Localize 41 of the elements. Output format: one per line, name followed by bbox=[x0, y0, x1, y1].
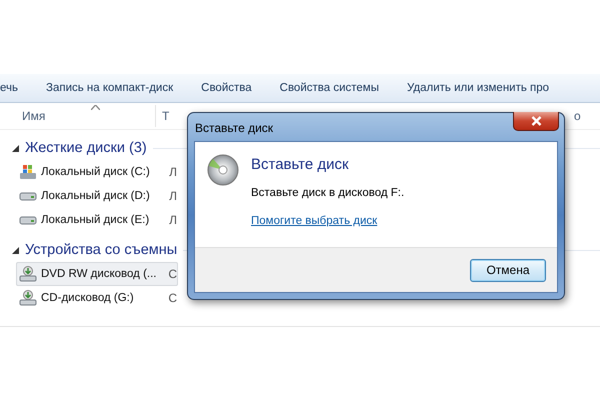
window-title: Вставьте диск bbox=[195, 121, 274, 135]
optical-drive-icon bbox=[19, 266, 37, 282]
drive-name: Локальный диск (C:) bbox=[41, 166, 150, 178]
toolbar-button[interactable]: Запись на компакт-диск bbox=[46, 80, 174, 96]
collapse-triangle-icon[interactable] bbox=[12, 246, 19, 254]
drive-row[interactable]: Локальный диск (D:) Л bbox=[16, 184, 178, 208]
close-icon bbox=[530, 116, 542, 126]
column-header: о bbox=[574, 109, 581, 123]
drive-name: CD-дисковод (G:) bbox=[41, 292, 134, 304]
close-button[interactable] bbox=[513, 112, 559, 131]
drive-row[interactable]: Локальный диск (E:) Л bbox=[16, 208, 178, 232]
group-header: Устройства со съемны bbox=[25, 242, 178, 258]
sort-caret-icon bbox=[91, 105, 100, 110]
table-cell-text: Л bbox=[169, 164, 177, 181]
table-cell-text: Л bbox=[169, 212, 177, 229]
table-cell-text: Л bbox=[169, 188, 177, 205]
column-header[interactable]: Т bbox=[158, 105, 170, 127]
drive-name: Локальный диск (E:) bbox=[41, 214, 150, 226]
drive-row[interactable]: DVD RW дисковод (... С bbox=[16, 262, 178, 286]
dialog-message: Вставьте диск в дисковод F:. bbox=[251, 187, 404, 199]
hard-drive-icon bbox=[19, 215, 37, 225]
collapse-triangle-icon[interactable] bbox=[12, 144, 19, 152]
toolbar-button[interactable]: ечь bbox=[0, 80, 18, 96]
column-header[interactable]: Имя bbox=[0, 105, 156, 127]
dialog-heading: Вставьте диск bbox=[251, 156, 349, 173]
drive-row[interactable]: CD-дисковод (G:) С bbox=[16, 286, 178, 310]
help-link[interactable]: Помогите выбрать диск bbox=[251, 215, 378, 227]
cancel-button[interactable]: Отмена bbox=[470, 258, 546, 282]
optical-drive-icon bbox=[19, 290, 37, 306]
toolbar-button[interactable]: Удалить или изменить про bbox=[406, 80, 550, 96]
hard-drive-icon bbox=[19, 191, 37, 201]
table-cell-text: С bbox=[168, 290, 177, 307]
table-cell-text: С bbox=[168, 266, 177, 283]
group-header: Жесткие диски (3) bbox=[25, 140, 147, 156]
drive-name: Локальный диск (D:) bbox=[41, 190, 150, 202]
disc-icon bbox=[207, 154, 239, 186]
toolbar-button[interactable]: Свойства bbox=[201, 80, 252, 96]
drive-with-windows-logo-icon bbox=[19, 164, 37, 180]
drive-name: DVD RW дисковод (... bbox=[41, 268, 157, 280]
drive-row[interactable]: Локальный диск (C:) Л bbox=[16, 160, 178, 184]
toolbar-button[interactable]: Свойства системы bbox=[280, 80, 379, 96]
